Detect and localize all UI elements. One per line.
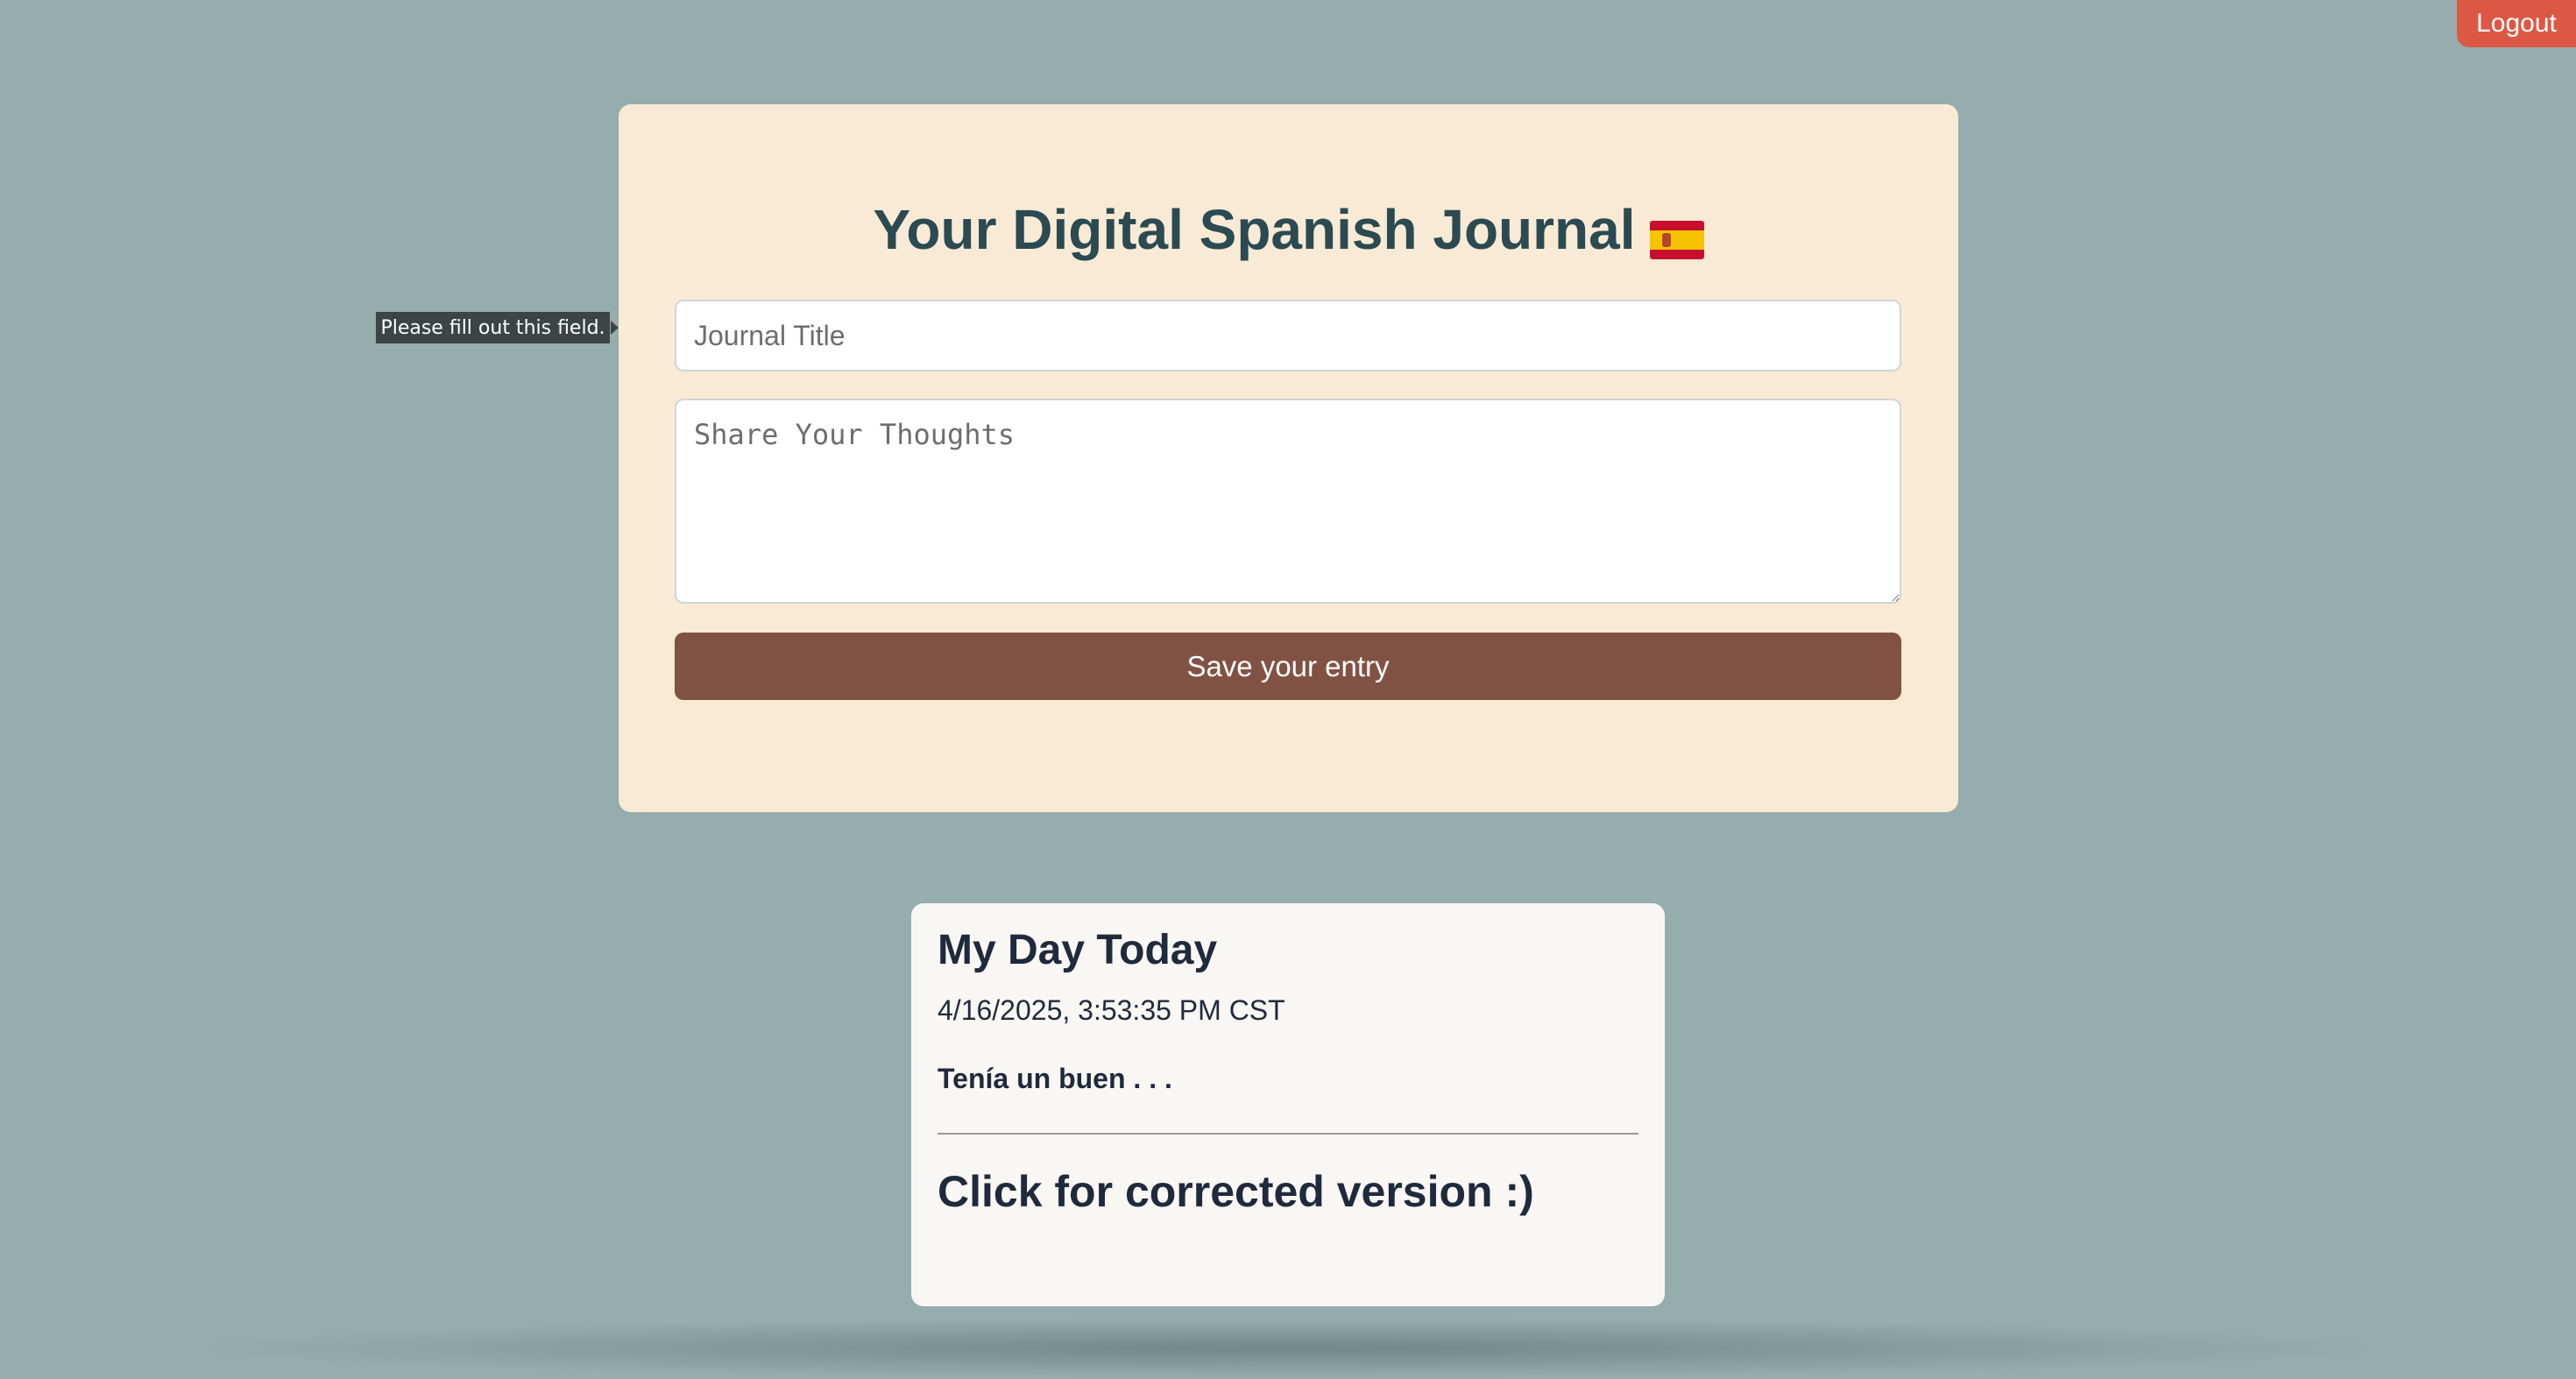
- journal-heading-wrap: Your Digital Spanish Journal: [619, 194, 1958, 265]
- entry-timestamp: 4/16/2025, 3:53:35 PM CST: [938, 994, 1285, 1027]
- spain-flag-icon: [1650, 221, 1704, 259]
- validation-tooltip: Please fill out this field.: [374, 310, 612, 345]
- journal-thoughts-textarea[interactable]: [675, 399, 1901, 604]
- journal-entry-card[interactable]: My Day Today 4/16/2025, 3:53:35 PM CST T…: [911, 903, 1665, 1306]
- entry-divider: [938, 1133, 1638, 1135]
- entry-excerpt: Tenía un buen . . .: [938, 1063, 1172, 1095]
- tooltip-arrow: [611, 321, 619, 335]
- corrected-version-link[interactable]: Click for corrected version :): [938, 1166, 1534, 1217]
- entry-title: My Day Today: [938, 926, 1217, 974]
- bottom-shadow: [175, 1318, 2401, 1379]
- logout-button[interactable]: Logout: [2457, 0, 2576, 47]
- journal-title-input[interactable]: [675, 300, 1901, 371]
- save-entry-button[interactable]: Save your entry: [675, 633, 1901, 700]
- page-title: Your Digital Spanish Journal: [873, 198, 1635, 261]
